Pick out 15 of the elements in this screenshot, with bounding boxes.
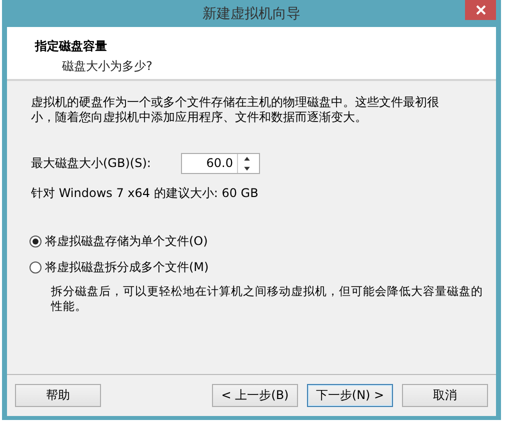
back-button[interactable]: < 上一步(B) bbox=[212, 384, 298, 407]
step-subtitle: 磁盘大小为多少? bbox=[62, 58, 152, 75]
disk-size-label: 最大磁盘大小(GB)(S): bbox=[31, 155, 152, 172]
radio-option[interactable]: 将虚拟磁盘存储为单个文件(O) bbox=[29, 233, 208, 250]
close-icon[interactable] bbox=[465, 0, 496, 20]
next-button[interactable]: 下一步(N) > bbox=[307, 384, 393, 407]
disk-size-spinner[interactable]: 60.0 bbox=[181, 153, 260, 174]
step-title: 指定磁盘容量 bbox=[35, 38, 108, 55]
recommendation-text: 针对 Windows 7 x64 的建议大小: 60 GB bbox=[31, 185, 260, 202]
help-button[interactable]: 帮助 bbox=[15, 384, 101, 407]
note-text: 拆分磁盘后，可以更轻松地在计算机之间移动虚拟机，但可能会降低大容量磁盘的性能。 bbox=[51, 284, 484, 314]
description-text: 虚拟机的硬盘作为一个或多个文件存储在主机的物理磁盘中。这些文件最初很小，随着您向虚拟机中添加应用程序、文件和数据而逐渐变大。 bbox=[31, 95, 440, 125]
radio-option[interactable]: 将虚拟磁盘拆分成多个文件(M) bbox=[29, 259, 209, 276]
window-title: 新建虚拟机向导 bbox=[202, 4, 300, 22]
cancel-button[interactable]: 取消 bbox=[402, 384, 488, 407]
